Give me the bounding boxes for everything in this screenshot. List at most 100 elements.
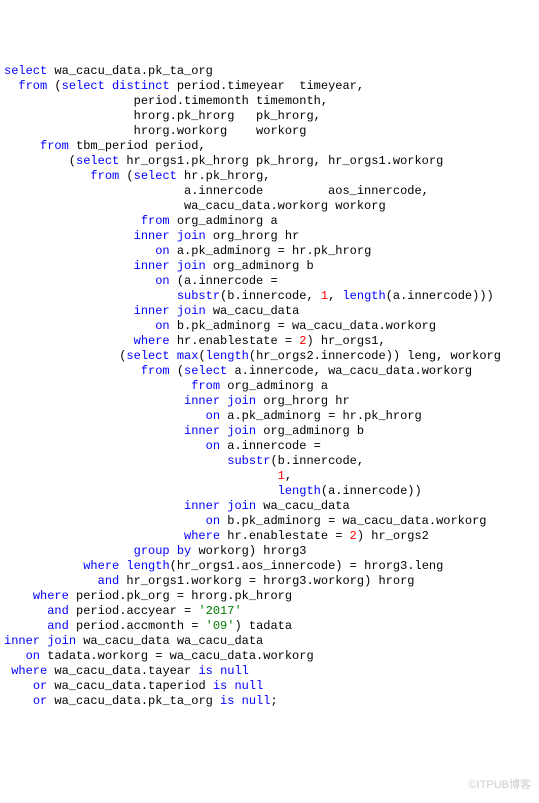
code-line: on a.pk_adminorg = hr.pk_hrorg — [4, 409, 535, 424]
token-kw: on — [206, 439, 220, 453]
code-line: where hr.enablestate = 2) hr_orgs2 — [4, 529, 535, 544]
code-line: inner join org_hrorg hr — [4, 229, 535, 244]
token-kw: where — [33, 589, 69, 603]
token-kw: select — [62, 79, 105, 93]
code-line: from (select a.innercode, wa_cacu_data.w… — [4, 364, 535, 379]
code-line: from (select distinct period.timeyear ti… — [4, 79, 535, 94]
token-kw: on — [206, 514, 220, 528]
token-kw: inner — [184, 394, 220, 408]
code-line: where hr.enablestate = 2) hr_orgs1, — [4, 334, 535, 349]
code-line: and hr_orgs1.workorg = hrorg3.workorg) h… — [4, 574, 535, 589]
code-line: on (a.innercode = — [4, 274, 535, 289]
token-kw: select — [184, 364, 227, 378]
code-line: group by workorg) hrorg3 — [4, 544, 535, 559]
code-line: and period.accyear = '2017' — [4, 604, 535, 619]
code-line: on b.pk_adminorg = wa_cacu_data.workorg — [4, 319, 535, 334]
code-line: (select max(length(hr_orgs2.innercode)) … — [4, 349, 535, 364]
token-kw: join — [47, 634, 76, 648]
code-line: inner join org_adminorg b — [4, 259, 535, 274]
code-line: period.timemonth timemonth, — [4, 94, 535, 109]
token-kw: inner — [134, 304, 170, 318]
code-line: hrorg.pk_hrorg pk_hrorg, — [4, 109, 535, 124]
code-line: inner join wa_cacu_data — [4, 304, 535, 319]
token-kw: length — [206, 349, 249, 363]
token-kw: join — [177, 229, 206, 243]
code-line: substr(b.innercode, 1, length(a.innercod… — [4, 289, 535, 304]
token-kw: on — [155, 274, 169, 288]
token-kw: inner — [134, 229, 170, 243]
code-line: where period.pk_org = hrorg.pk_hrorg — [4, 589, 535, 604]
token-str: '09' — [206, 619, 235, 633]
token-kw: null — [242, 694, 271, 708]
token-kw: length — [278, 484, 321, 498]
code-line: from org_adminorg a — [4, 379, 535, 394]
watermark-text: ©ITPUB博客 — [469, 778, 532, 793]
token-num: 1 — [278, 469, 285, 483]
code-line: 1, — [4, 469, 535, 484]
code-line: on tadata.workorg = wa_cacu_data.workorg — [4, 649, 535, 664]
code-line: wa_cacu_data.workorg workorg — [4, 199, 535, 214]
token-kw: join — [227, 424, 256, 438]
token-kw: where — [134, 334, 170, 348]
code-line: select wa_cacu_data.pk_ta_org — [4, 64, 535, 79]
token-kw: inner — [184, 499, 220, 513]
code-line: inner join wa_cacu_data — [4, 499, 535, 514]
code-line: length(a.innercode)) — [4, 484, 535, 499]
token-kw: inner — [4, 634, 40, 648]
code-line: substr(b.innercode, — [4, 454, 535, 469]
token-kw: by — [177, 544, 191, 558]
token-num: 2 — [350, 529, 357, 543]
sql-code-block: select wa_cacu_data.pk_ta_org from (sele… — [4, 64, 535, 709]
token-kw: from — [90, 169, 119, 183]
token-kw: group — [134, 544, 170, 558]
token-kw: where — [11, 664, 47, 678]
code-line: on a.pk_adminorg = hr.pk_hrorg — [4, 244, 535, 259]
token-kw: select — [76, 154, 119, 168]
token-kw: join — [177, 304, 206, 318]
token-kw: from — [141, 364, 170, 378]
token-kw: where — [83, 559, 119, 573]
token-kw: substr — [177, 289, 220, 303]
token-kw: inner — [184, 424, 220, 438]
token-kw: substr — [227, 454, 270, 468]
code-line: or wa_cacu_data.pk_ta_org is null; — [4, 694, 535, 709]
token-kw: select — [4, 64, 47, 78]
token-kw: on — [155, 244, 169, 258]
token-num: 2 — [299, 334, 306, 348]
token-kw: from — [40, 139, 69, 153]
token-kw: from — [141, 214, 170, 228]
token-kw: inner — [134, 259, 170, 273]
token-kw: distinct — [112, 79, 170, 93]
token-kw: length — [126, 559, 169, 573]
token-kw: or — [33, 694, 47, 708]
code-line: hrorg.workorg workorg — [4, 124, 535, 139]
token-kw: join — [177, 259, 206, 273]
code-line: from org_adminorg a — [4, 214, 535, 229]
token-kw: or — [33, 679, 47, 693]
token-kw: null — [220, 664, 249, 678]
token-kw: and — [98, 574, 120, 588]
code-line: inner join wa_cacu_data wa_cacu_data — [4, 634, 535, 649]
code-line: and period.accmonth = '09') tadata — [4, 619, 535, 634]
token-str: '2017' — [198, 604, 241, 618]
token-kw: where — [184, 529, 220, 543]
token-kw: and — [47, 604, 69, 618]
code-line: on b.pk_adminorg = wa_cacu_data.workorg — [4, 514, 535, 529]
code-line: (select hr_orgs1.pk_hrorg pk_hrorg, hr_o… — [4, 154, 535, 169]
token-kw: length — [342, 289, 385, 303]
token-kw: from — [18, 79, 47, 93]
code-line: or wa_cacu_data.taperiod is null — [4, 679, 535, 694]
token-kw: null — [234, 679, 263, 693]
token-kw: and — [47, 619, 69, 633]
token-num: 1 — [321, 289, 328, 303]
token-kw: on — [155, 319, 169, 333]
code-line: inner join org_hrorg hr — [4, 394, 535, 409]
token-kw: join — [227, 499, 256, 513]
token-kw: select — [126, 349, 169, 363]
token-kw: is — [220, 694, 234, 708]
token-kw: select — [134, 169, 177, 183]
code-line: from (select hr.pk_hrorg, — [4, 169, 535, 184]
code-line: on a.innercode = — [4, 439, 535, 454]
token-kw: from — [191, 379, 220, 393]
code-line: inner join org_adminorg b — [4, 424, 535, 439]
